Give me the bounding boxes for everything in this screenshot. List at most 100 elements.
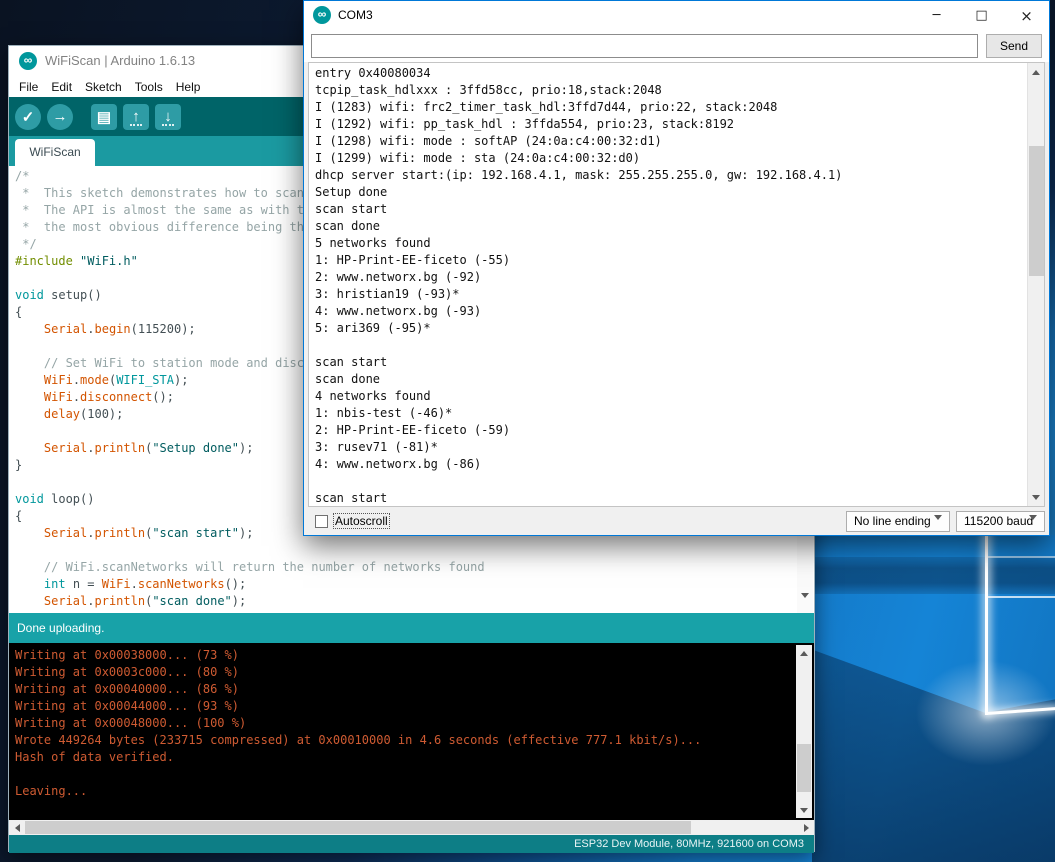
code-line: // WiFi.scanNetworks will return the num… — [15, 559, 485, 576]
serial-line: 4 networks found — [315, 388, 842, 405]
wallpaper-shadow-band — [812, 557, 1055, 594]
send-button[interactable]: Send — [986, 34, 1042, 58]
serial-line — [315, 337, 842, 354]
serial-line: 5: ari369 (-95)* — [315, 320, 842, 337]
serial-monitor-window: ∞ COM3 ─ □ × Send entry 0x40080034tcpip_… — [303, 0, 1050, 536]
console-line: Writing at 0x00040000... (86 %) — [15, 681, 701, 698]
autoscroll-label[interactable]: Autoscroll — [333, 513, 390, 529]
serial-monitor-bottom-bar: Autoscroll No line ending 115200 baud — [304, 507, 1049, 535]
serial-line: 1: HP-Print-EE-ficeto (-55) — [315, 252, 842, 269]
console-line: Wrote 449264 bytes (233715 compressed) a… — [15, 732, 701, 749]
serial-line: I (1299) wifi: mode : sta (24:0a:c4:00:3… — [315, 150, 842, 167]
serial-line: scan done — [315, 371, 842, 388]
upload-icon: → — [53, 108, 68, 125]
save-icon: ↓ — [164, 108, 172, 125]
serial-line: scan done — [315, 218, 842, 235]
menu-edit[interactable]: Edit — [51, 80, 72, 94]
chevron-down-icon — [1029, 520, 1037, 534]
new-button[interactable]: ▤ — [91, 104, 117, 130]
scroll-down-icon[interactable] — [797, 587, 813, 603]
serial-monitor-titlebar[interactable]: ∞ COM3 ─ □ × — [304, 1, 1049, 30]
scroll-down-icon[interactable] — [1028, 489, 1044, 505]
console-line: Writing at 0x00048000... (100 %) — [15, 715, 701, 732]
wallpaper-light-line — [986, 556, 1055, 558]
console-line: Writing at 0x00044000... (93 %) — [15, 698, 701, 715]
scroll-left-icon[interactable] — [9, 820, 25, 836]
scroll-up-icon[interactable] — [1028, 64, 1044, 80]
code-line — [15, 542, 485, 559]
serial-line — [315, 473, 842, 490]
scroll-right-icon[interactable] — [798, 820, 814, 836]
arduino-logo-icon: ∞ — [313, 6, 331, 24]
open-button[interactable]: ↑ — [123, 104, 149, 130]
serial-send-input[interactable] — [311, 34, 978, 58]
maximize-icon[interactable]: □ — [959, 1, 1004, 30]
tab-wifiscan[interactable]: WiFiScan — [15, 139, 95, 166]
baud-rate-value: 115200 baud — [964, 514, 1033, 528]
verify-button[interactable]: ✓ — [15, 104, 41, 130]
close-icon[interactable]: × — [1004, 1, 1049, 30]
line-ending-dropdown[interactable]: No line ending — [846, 511, 950, 532]
open-icon: ↑ — [132, 108, 140, 125]
menu-file[interactable]: File — [19, 80, 38, 94]
code-line: Serial.println("scan done"); — [15, 593, 485, 610]
horizontal-scrollbar[interactable] — [9, 820, 814, 835]
serial-line: 3: hristian19 (-93)* — [315, 286, 842, 303]
dotted-base — [130, 124, 142, 126]
arduino-logo-icon: ∞ — [19, 52, 37, 70]
serial-line: 5 networks found — [315, 235, 842, 252]
menu-help[interactable]: Help — [176, 80, 201, 94]
ide-window-title: WiFiScan | Arduino 1.6.13 — [45, 46, 195, 76]
serial-input-row: Send — [304, 30, 1049, 62]
wallpaper-light-line — [986, 596, 1055, 598]
console-line: Writing at 0x0003c000... (80 %) — [15, 664, 701, 681]
serial-line: scan start — [315, 490, 842, 507]
serial-line: scan start — [315, 354, 842, 371]
console-output: Writing at 0x00038000... (73 %)Writing a… — [9, 643, 814, 820]
serial-line: 2: www.networx.bg (-92) — [315, 269, 842, 286]
horizontal-scrollbar-thumb[interactable] — [25, 821, 691, 834]
autoscroll-checkbox[interactable] — [315, 515, 328, 528]
serial-line: I (1292) wifi: pp_task_hdl : 3ffda554, p… — [315, 116, 842, 133]
console-line: Writing at 0x00038000... (73 %) — [15, 647, 701, 664]
serial-output[interactable]: entry 0x40080034tcpip_task_hdlxxx : 3ffd… — [308, 62, 1045, 507]
serial-output-text: entry 0x40080034tcpip_task_hdlxxx : 3ffd… — [315, 65, 842, 507]
console-scrollbar[interactable] — [796, 645, 812, 818]
serial-line: 3: rusev71 (-81)* — [315, 439, 842, 456]
save-button[interactable]: ↓ — [155, 104, 181, 130]
console-scrollbar-thumb[interactable] — [797, 744, 811, 792]
serial-line: I (1283) wifi: frc2_timer_task_hdl:3ffd7… — [315, 99, 842, 116]
scroll-up-icon[interactable] — [796, 645, 812, 661]
scroll-down-icon[interactable] — [796, 802, 812, 818]
chevron-down-icon — [934, 520, 942, 534]
wallpaper-light-line — [985, 531, 988, 715]
console-line: Hash of data verified. — [15, 749, 701, 766]
console-text: Writing at 0x00038000... (73 %)Writing a… — [15, 647, 701, 800]
baud-rate-dropdown[interactable]: 115200 baud — [956, 511, 1045, 532]
line-ending-value: No line ending — [854, 514, 931, 528]
serial-line: I (1298) wifi: mode : softAP (24:0a:c4:0… — [315, 133, 842, 150]
serial-line: dhcp server start:(ip: 192.168.4.1, mask… — [315, 167, 842, 184]
serial-scrollbar[interactable] — [1027, 63, 1044, 506]
board-status-bar: ESP32 Dev Module, 80MHz, 921600 on COM3 — [9, 835, 814, 853]
screen: ∞ WiFiScan | Arduino 1.6.13 File Edit Sket… — [0, 0, 1055, 862]
upload-status-bar: Done uploading. — [9, 613, 814, 643]
serial-line: 4: www.networx.bg (-86) — [315, 456, 842, 473]
console-line: Leaving... — [15, 783, 701, 800]
serial-line: 2: HP-Print-EE-ficeto (-59) — [315, 422, 842, 439]
minimize-icon[interactable]: ─ — [914, 1, 959, 30]
upload-button[interactable]: → — [47, 104, 73, 130]
menu-tools[interactable]: Tools — [135, 80, 163, 94]
serial-line: tcpip_task_hdlxxx : 3ffd58cc, prio:18,st… — [315, 82, 842, 99]
serial-monitor-title: COM3 — [338, 1, 373, 30]
serial-line: scan start — [315, 201, 842, 218]
window-controls: ─ □ × — [914, 1, 1049, 30]
serial-scrollbar-thumb[interactable] — [1029, 146, 1044, 276]
menu-sketch[interactable]: Sketch — [85, 80, 122, 94]
new-icon: ▤ — [97, 108, 111, 126]
verify-icon: ✓ — [22, 108, 35, 126]
dotted-base — [162, 124, 174, 126]
code-line: int n = WiFi.scanNetworks(); — [15, 576, 485, 593]
console-line — [15, 766, 701, 783]
wallpaper-glow — [906, 653, 1055, 773]
